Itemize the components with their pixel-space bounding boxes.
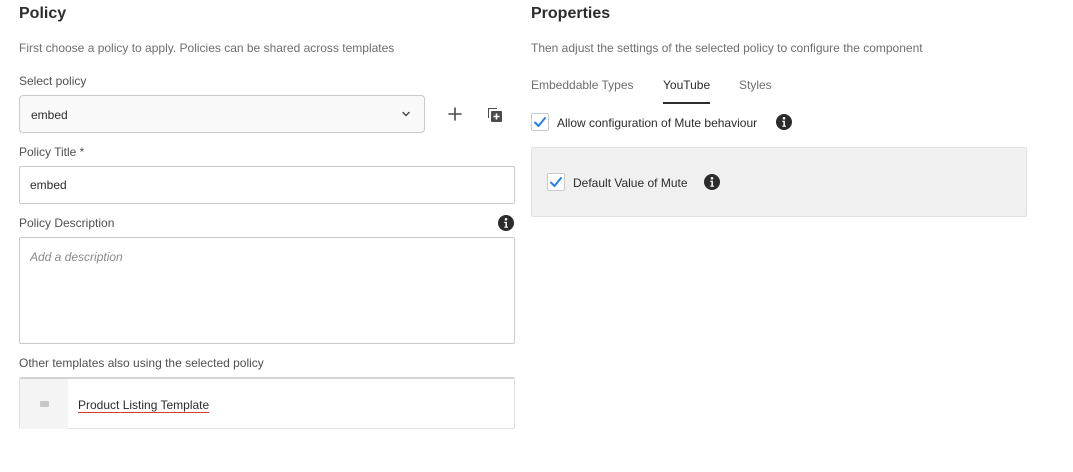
tab-styles[interactable]: Styles bbox=[739, 78, 772, 104]
policy-description-label: Policy Description bbox=[19, 216, 115, 230]
info-icon[interactable] bbox=[704, 174, 720, 190]
policy-description-field[interactable] bbox=[19, 237, 515, 344]
plus-icon bbox=[448, 107, 462, 121]
checkmark-icon bbox=[534, 117, 546, 127]
tab-youtube[interactable]: YouTube bbox=[663, 78, 711, 104]
select-policy-label: Select policy bbox=[19, 74, 87, 88]
mute-settings-panel: Default Value of Mute bbox=[531, 147, 1027, 217]
duplicate-icon bbox=[488, 108, 502, 122]
policy-title-label: Policy Title * bbox=[19, 145, 85, 159]
template-link[interactable]: Product Listing Template bbox=[78, 398, 209, 412]
policy-heading: Policy bbox=[19, 5, 67, 22]
allow-mute-checkbox[interactable] bbox=[531, 113, 549, 131]
policy-subtext: First choose a policy to apply. Policies… bbox=[19, 41, 395, 55]
select-policy-value: embed bbox=[31, 108, 68, 122]
add-policy-button[interactable] bbox=[444, 103, 466, 125]
select-policy-dropdown[interactable]: embed bbox=[19, 95, 425, 133]
properties-heading: Properties bbox=[531, 5, 611, 22]
chevron-down-icon bbox=[402, 111, 410, 117]
default-mute-label: Default Value of Mute bbox=[573, 176, 688, 190]
default-mute-checkbox[interactable] bbox=[547, 173, 565, 191]
other-templates-list: Product Listing Template bbox=[19, 377, 515, 429]
tab-embeddable-types[interactable]: Embeddable Types bbox=[531, 78, 634, 104]
template-thumbnail-icon bbox=[20, 379, 68, 429]
properties-subtext: Then adjust the settings of the selected… bbox=[531, 41, 923, 55]
info-icon[interactable] bbox=[498, 215, 514, 231]
policy-description-input[interactable] bbox=[20, 238, 514, 343]
policy-title-field[interactable] bbox=[19, 166, 515, 204]
duplicate-policy-button[interactable] bbox=[484, 103, 506, 125]
other-templates-label: Other templates also using the selected … bbox=[19, 356, 264, 370]
policy-title-input[interactable] bbox=[20, 167, 514, 203]
checkmark-icon bbox=[550, 177, 562, 187]
info-icon[interactable] bbox=[776, 114, 792, 130]
allow-mute-label: Allow configuration of Mute behaviour bbox=[557, 116, 758, 130]
